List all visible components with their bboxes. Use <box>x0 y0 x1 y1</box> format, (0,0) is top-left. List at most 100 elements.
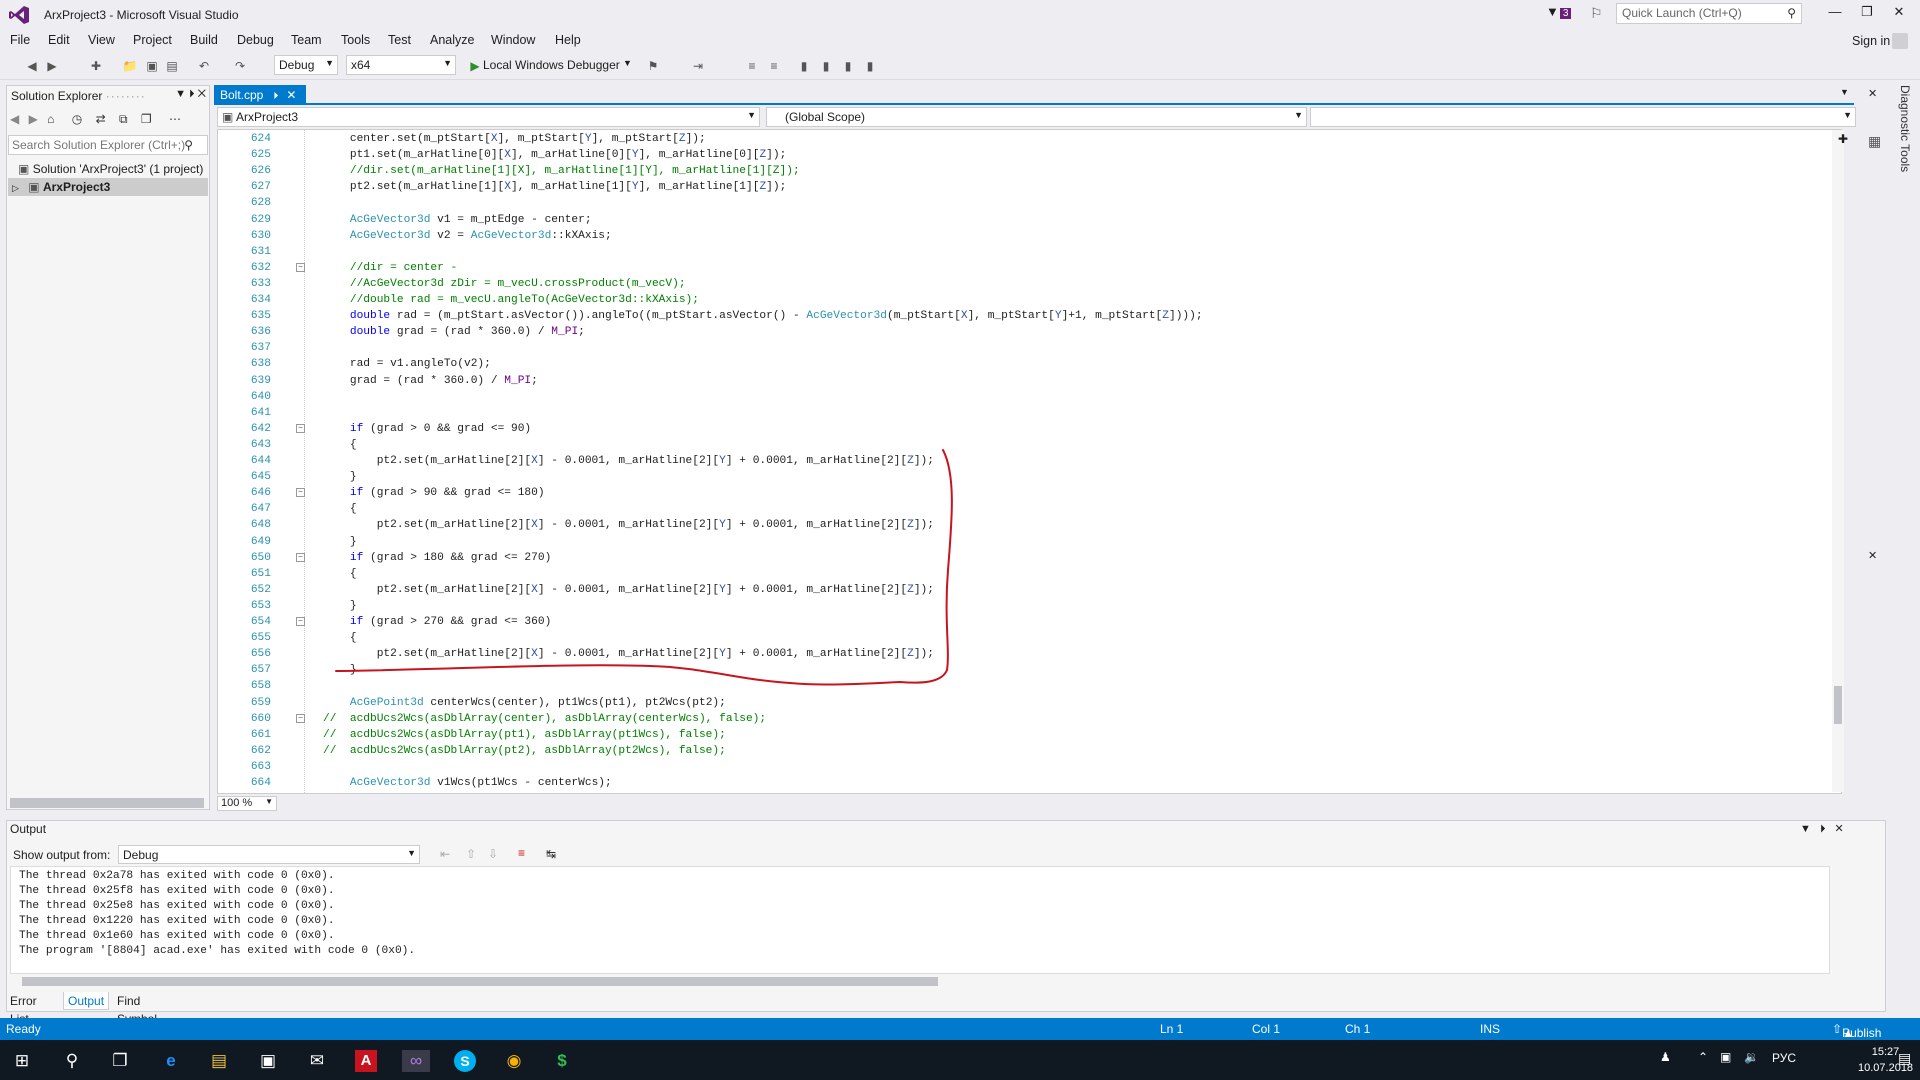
editor-vscroll-thumb[interactable] <box>1834 686 1842 724</box>
code-line[interactable]: 640 <box>218 389 1841 405</box>
publish-button[interactable]: ⇧ Publish ▲ <box>1832 1022 1881 1040</box>
code-line[interactable]: 627 pt2.set(m_arHatline[1][X], m_arHatli… <box>218 179 1841 195</box>
menu-debug[interactable]: Debug <box>237 33 274 47</box>
chevron-down-icon[interactable]: ▼ <box>1800 823 1811 835</box>
platform-dropdown[interactable]: x64 ▼ <box>346 55 456 75</box>
split-editor-icon[interactable]: ✚ <box>1838 132 1848 146</box>
menu-file[interactable]: File <box>10 33 30 47</box>
code-line[interactable]: 654 − if (grad > 270 && grad <= 360) <box>218 614 1841 630</box>
close-icon[interactable]: ✕ <box>1868 549 1877 562</box>
edge-browser-icon[interactable]: e <box>160 1050 182 1072</box>
step-icon[interactable]: ⇥ <box>690 58 706 74</box>
local-debugger-button[interactable]: Local Windows Debugger <box>483 58 620 72</box>
next-message-icon[interactable]: ⇩ <box>488 847 498 861</box>
fold-toggle-icon[interactable]: − <box>296 552 305 562</box>
chevron-down-icon[interactable]: ▼ <box>175 88 186 100</box>
code-line[interactable]: 624 center.set(m_ptStart[X], m_ptStart[Y… <box>218 131 1841 147</box>
scope-nav-dropdown[interactable]: (Global Scope) ▼ <box>766 107 1307 127</box>
zoom-dropdown[interactable]: 100 % ▼ <box>217 796 277 811</box>
sign-in-link[interactable]: Sign in <box>1852 34 1890 48</box>
tab-output[interactable]: Output <box>63 992 110 1010</box>
find-in-files-icon[interactable]: ⚑ <box>645 58 661 74</box>
tab-list-chevron-icon[interactable]: ▼ <box>1840 87 1849 97</box>
pin-icon[interactable]: ⏵ <box>1820 823 1826 835</box>
project-nav-dropdown[interactable]: ▣ ArxProject3 ▼ <box>217 107 760 127</box>
diagnostic-panel-icon[interactable]: ▦ <box>1868 133 1881 150</box>
minimize-button[interactable]: — <box>1820 4 1850 26</box>
code-line[interactable]: 659 AcGePoint3d centerWcs(center), pt1Wc… <box>218 695 1841 711</box>
output-hscrollbar[interactable] <box>22 977 938 986</box>
code-line[interactable]: 661 // acdbUcs2Wcs(asDblArray(pt1), asDbl… <box>218 727 1841 743</box>
menu-tools[interactable]: Tools <box>341 33 370 47</box>
history-icon[interactable]: ◷ <box>72 112 82 126</box>
show-output-from-dropdown[interactable]: Debug ▼ <box>118 845 420 864</box>
notification-center-icon[interactable]: ▤ <box>1898 1050 1911 1067</box>
green-dollar-app-icon[interactable]: $ <box>551 1050 573 1072</box>
sync-icon[interactable]: ⇄ <box>96 112 106 126</box>
notifications-button[interactable]: ▼ 3 <box>1546 4 1572 19</box>
file-explorer-icon[interactable]: ▤ <box>208 1050 230 1072</box>
chevron-down-icon[interactable]: ▼ <box>623 58 632 68</box>
bookmark-icon[interactable]: ▮ <box>796 58 812 74</box>
code-line[interactable]: 644 pt2.set(m_arHatline[2][X] - 0.0001, … <box>218 453 1841 469</box>
drag-grip[interactable]: ········ <box>106 89 146 103</box>
code-line[interactable]: 658 <box>218 678 1841 694</box>
code-line[interactable]: 625 pt1.set(m_arHatline[0][X], m_arHatli… <box>218 147 1841 163</box>
prev-message-icon[interactable]: ⇧ <box>466 847 476 861</box>
code-line[interactable]: 650 − if (grad > 180 && grad <= 270) <box>218 550 1841 566</box>
menu-team[interactable]: Team <box>291 33 322 47</box>
code-line[interactable]: 634 //double rad = m_vecU.angleTo(AcGeVe… <box>218 292 1841 308</box>
tree-item-solution[interactable]: ▣ Solution 'ArxProject3' (1 project) <box>8 160 208 178</box>
code-line[interactable]: 656 pt2.set(m_arHatline[2][X] - 0.0001, … <box>218 646 1841 662</box>
code-line[interactable]: 657 } <box>218 662 1841 678</box>
menu-view[interactable]: View <box>88 33 115 47</box>
code-line[interactable]: 664 AcGeVector3d v1Wcs(pt1Wcs - centerWc… <box>218 775 1841 791</box>
menu-project[interactable]: Project <box>133 33 172 47</box>
user-icon[interactable] <box>1892 33 1908 49</box>
maximize-button[interactable]: ❐ <box>1852 4 1882 26</box>
collapse-all-icon[interactable]: ⧉ <box>119 112 128 126</box>
code-line[interactable]: 628 <box>218 195 1841 211</box>
menu-edit[interactable]: Edit <box>48 33 70 47</box>
person-icon[interactable]: ♟ <box>1660 1050 1671 1064</box>
quick-launch-input[interactable]: Quick Launch (Ctrl+Q) ⚲ <box>1616 3 1802 24</box>
store-icon[interactable]: ▣ <box>257 1050 279 1072</box>
tab-error-list[interactable]: Error List <box>6 992 41 1026</box>
code-line[interactable]: 652 pt2.set(m_arHatline[2][X] - 0.0001, … <box>218 582 1841 598</box>
close-icon[interactable]: ✕ <box>198 88 206 100</box>
go-to-message-icon[interactable]: ⇤ <box>440 847 450 861</box>
undo-icon[interactable]: ↶ <box>196 58 212 74</box>
code-line[interactable]: 637 <box>218 340 1841 356</box>
new-project-icon[interactable]: ✚ <box>88 58 104 74</box>
code-editor[interactable]: 624 center.set(m_ptStart[X], m_ptStart[Y… <box>217 129 1842 794</box>
close-icon[interactable]: ✕ <box>1835 823 1844 835</box>
windows-start-icon[interactable]: ⊞ <box>11 1050 33 1072</box>
clear-all-icon[interactable]: ≡ <box>518 846 525 860</box>
fold-toggle-icon[interactable]: − <box>296 423 305 433</box>
code-line[interactable]: 642 − if (grad > 0 && grad <= 90) <box>218 421 1841 437</box>
code-line[interactable]: 646 − if (grad > 90 && grad <= 180) <box>218 485 1841 501</box>
code-line[interactable]: 630 AcGeVector3d v2 = AcGeVector3d::kXAx… <box>218 228 1841 244</box>
code-line[interactable]: 639 grad = (rad * 360.0) / M_PI; <box>218 373 1841 389</box>
output-text-area[interactable]: The thread 0x2a78 has exited with code 0… <box>10 866 1830 974</box>
next-bookmark-icon[interactable]: ▮ <box>840 58 856 74</box>
network-icon[interactable]: ▣ <box>1720 1050 1731 1064</box>
code-line[interactable]: 643 { <box>218 437 1841 453</box>
expand-arrow-icon[interactable]: ▷ <box>12 183 19 193</box>
feedback-icon[interactable]: ⚐ <box>1590 5 1603 22</box>
forward-icon[interactable]: ▶ <box>44 58 60 74</box>
code-line[interactable]: 636 double grad = (rad * 360.0) / M_PI; <box>218 324 1841 340</box>
fold-toggle-icon[interactable]: − <box>296 617 305 626</box>
back-icon[interactable]: ◀ <box>24 58 40 74</box>
code-line[interactable]: 629 AcGeVector3d v1 = m_ptEdge - center; <box>218 212 1841 228</box>
code-line[interactable]: 632 − //dir = center - <box>218 260 1841 276</box>
word-wrap-icon[interactable]: ↹ <box>546 847 556 861</box>
mail-icon[interactable]: ✉ <box>306 1050 328 1072</box>
code-line[interactable]: 647 { <box>218 501 1841 517</box>
save-all-icon[interactable]: ▤ <box>164 58 180 74</box>
back-icon[interactable]: ◀ <box>10 112 19 126</box>
volume-icon[interactable]: 🔉 <box>1744 1050 1759 1064</box>
menu-test[interactable]: Test <box>388 33 411 47</box>
autocad-icon[interactable]: A <box>355 1050 377 1072</box>
code-line[interactable]: 638 rad = v1.angleTo(v2); <box>218 356 1841 372</box>
